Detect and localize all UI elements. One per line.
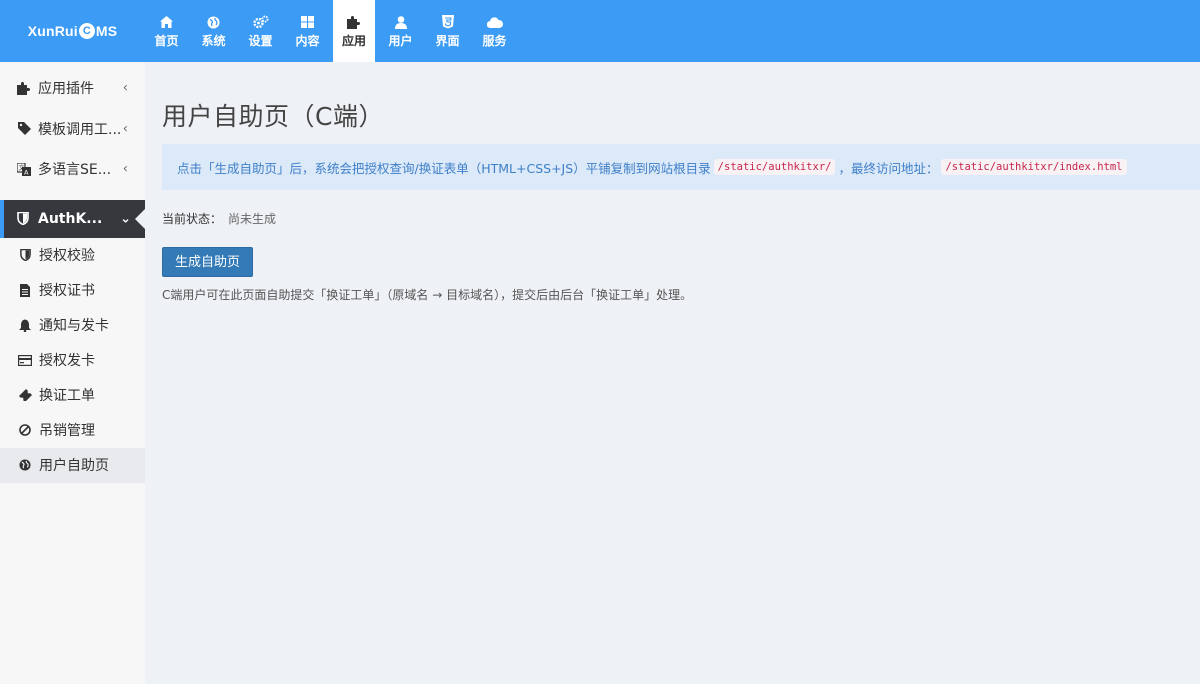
top-navbar: XunRui C MS 首页 系统 设置 内容 应用 用户 界面 服务 <box>0 0 1200 62</box>
sidebar-group-label: 应用插件 <box>38 81 94 98</box>
sidebar-group-app-plugins[interactable]: 应用插件 ‹ <box>0 68 145 109</box>
globe-icon <box>18 459 32 471</box>
svg-text:A: A <box>24 168 29 176</box>
nav-item-apps[interactable]: 应用 <box>333 0 375 62</box>
note-code-url: /static/authkitxr/index.html <box>941 159 1127 175</box>
bell-icon <box>18 319 32 332</box>
nav-label: 用户 <box>388 34 413 48</box>
nav-label: 设置 <box>248 34 273 48</box>
shield-icon <box>18 249 32 261</box>
note-text: ，最终访问地址： <box>838 160 939 176</box>
sidebar-item-auth-certificate[interactable]: 授权证书 <box>0 273 145 308</box>
info-note: 点击「生成自助页」后，系统会把授权查询/换证表单（HTML+CSS+JS）平铺复… <box>162 144 1200 190</box>
nav-item-content[interactable]: 内容 <box>284 0 331 62</box>
note-code-path: /static/authkitxr/ <box>713 159 836 175</box>
sidebar-item-label: 用户自助页 <box>39 458 109 474</box>
puzzle-icon <box>347 14 361 30</box>
sidebar: 应用插件 ‹ 模板调用工... ‹ 文A 多语言SE... ‹ AuthK...… <box>0 62 145 684</box>
ticket-icon <box>18 389 32 401</box>
nav-label: 系统 <box>201 34 226 48</box>
sidebar-group-label: 模板调用工... <box>38 121 122 138</box>
status-line: 当前状态： 尚未生成 <box>162 210 1200 227</box>
sidebar-item-label: 吊销管理 <box>39 423 95 439</box>
nav-item-system[interactable]: 系统 <box>190 0 237 62</box>
puzzle-icon <box>17 81 31 95</box>
nav-label: 内容 <box>295 34 320 48</box>
card-icon <box>18 354 32 366</box>
sidebar-item-auth-card[interactable]: 授权发卡 <box>0 343 145 378</box>
sidebar-item-label: 换证工单 <box>39 388 95 404</box>
status-label: 当前状态： <box>162 212 223 226</box>
nav-label: 服务 <box>482 34 507 48</box>
grid-icon <box>301 14 314 30</box>
hint-text: C端用户可在此页面自助提交「换证工单」（原域名 → 目标域名），提交后由后台「换… <box>162 288 693 302</box>
tag-icon <box>17 122 31 136</box>
nav-item-interface[interactable]: 界面 <box>424 0 471 62</box>
cogs-icon <box>252 14 269 30</box>
sidebar-item-renew-ticket[interactable]: 换证工单 <box>0 378 145 413</box>
user-icon <box>394 14 407 30</box>
html5-icon <box>441 14 454 30</box>
sidebar-item-notify-issue[interactable]: 通知与发卡 <box>0 308 145 343</box>
nav-item-home[interactable]: 首页 <box>143 0 190 62</box>
shield-icon <box>17 212 31 225</box>
page-title: 用户自助页（C端） <box>162 102 384 131</box>
chevron-left-icon: ‹ <box>122 121 128 137</box>
nav-item-services[interactable]: 服务 <box>471 0 518 62</box>
translate-icon: 文A <box>17 162 31 176</box>
logo-mark: C <box>78 23 95 39</box>
sidebar-group-label: 多语言SE... <box>38 162 112 179</box>
nav-label: 首页 <box>154 34 179 48</box>
generate-page-button[interactable]: 生成自助页 <box>162 247 254 277</box>
nav-item-settings[interactable]: 设置 <box>237 0 284 62</box>
active-indicator <box>135 208 145 229</box>
main-content: 用户自助页（C端） 点击「生成自助页」后，系统会把授权查询/换证表单（HTML+… <box>162 62 1200 303</box>
sidebar-item-auth-verify[interactable]: 授权校验 <box>0 238 145 273</box>
sidebar-group-label: AuthK... <box>38 210 103 227</box>
file-icon <box>18 283 32 297</box>
ban-icon <box>18 424 32 436</box>
cloud-icon <box>486 14 503 30</box>
chevron-down-icon: ⌄ <box>120 211 131 226</box>
globe-icon <box>207 14 220 30</box>
sidebar-group-multilang[interactable]: 文A 多语言SE... ‹ <box>0 149 145 190</box>
top-nav: 首页 系统 设置 内容 应用 用户 界面 服务 <box>143 0 518 62</box>
chevron-left-icon: ‹ <box>122 161 128 177</box>
sidebar-item-revoke[interactable]: 吊销管理 <box>0 413 145 448</box>
nav-item-users[interactable]: 用户 <box>377 0 424 62</box>
sidebar-item-label: 授权发卡 <box>39 353 95 369</box>
logo[interactable]: XunRui C MS <box>0 0 145 62</box>
sidebar-item-label: 通知与发卡 <box>39 318 109 334</box>
sidebar-item-label: 授权证书 <box>39 283 95 299</box>
home-icon <box>160 14 173 30</box>
sidebar-item-self-service[interactable]: 用户自助页 <box>0 447 145 483</box>
logo-text-left: XunRui <box>27 23 78 39</box>
chevron-left-icon: ‹ <box>122 80 128 96</box>
nav-label: 界面 <box>435 34 460 48</box>
note-text: 点击「生成自助页」后，系统会把授权查询/换证表单（HTML+CSS+JS）平铺复… <box>177 160 711 176</box>
sidebar-group-template-tools[interactable]: 模板调用工... ‹ <box>0 109 145 150</box>
status-value: 尚未生成 <box>228 212 277 226</box>
sidebar-item-label: 授权校验 <box>39 248 95 264</box>
nav-label: 应用 <box>341 34 366 48</box>
logo-text-right: MS <box>95 23 118 39</box>
sidebar-group-authkit[interactable]: AuthK... ⌄ <box>0 199 145 238</box>
